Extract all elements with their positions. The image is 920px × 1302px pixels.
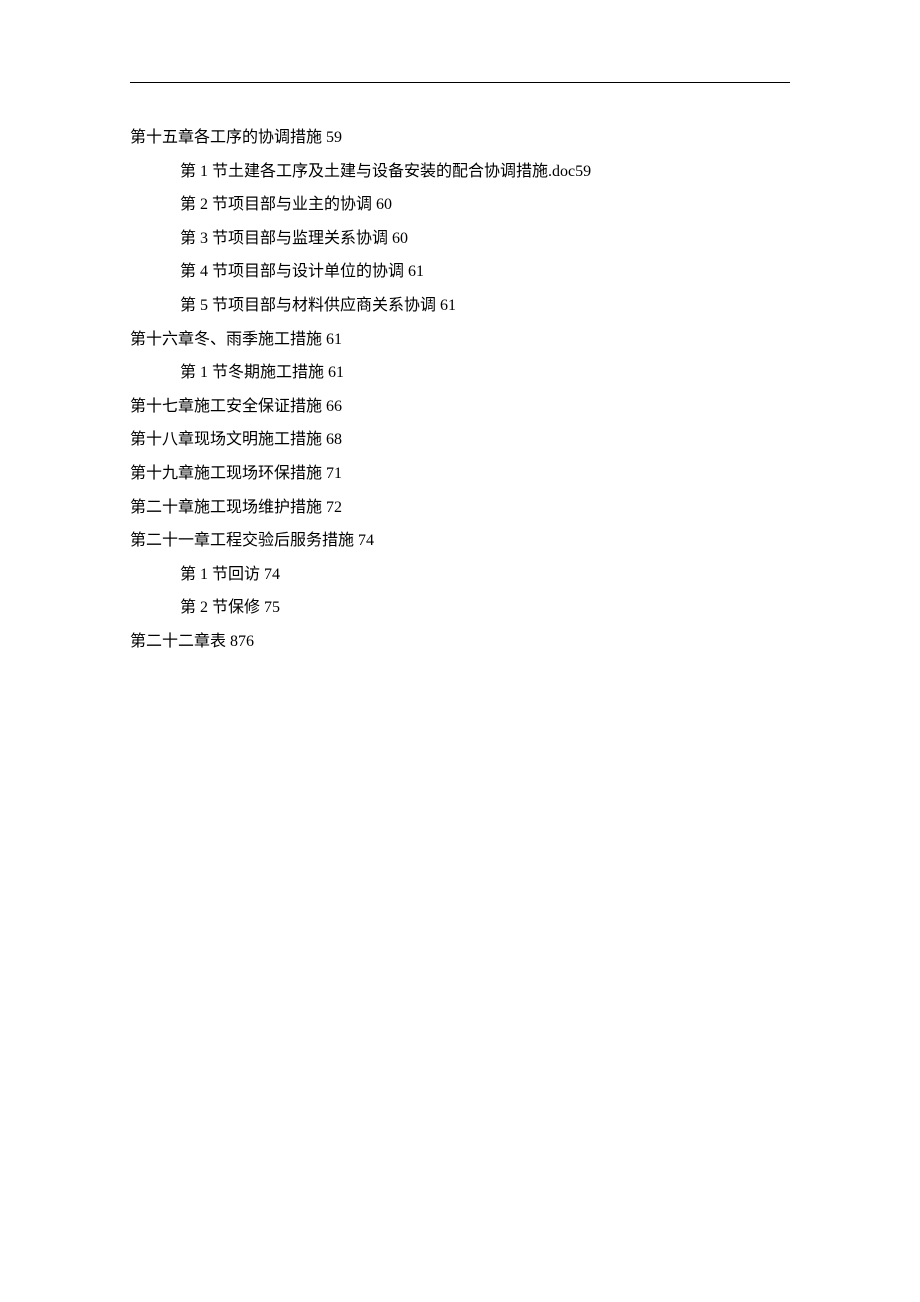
toc-entry: 第十六章冬、雨季施工措施 61	[130, 323, 790, 357]
toc-entry: 第 2 节项目部与业主的协调 60	[180, 188, 790, 222]
toc-entry: 第 2 节保修 75	[180, 591, 790, 625]
toc-entry: 第二十章施工现场维护措施 72	[130, 491, 790, 525]
toc-entry: 第十八章现场文明施工措施 68	[130, 423, 790, 457]
toc-entry: 第二十二章表 876	[130, 625, 790, 659]
toc-entry: 第 1 节土建各工序及土建与设备安装的配合协调措施.doc59	[180, 155, 790, 189]
toc-entry: 第 1 节冬期施工措施 61	[180, 356, 790, 390]
toc-entry: 第十七章施工安全保证措施 66	[130, 390, 790, 424]
header-rule	[130, 82, 790, 83]
toc-entry: 第 3 节项目部与监理关系协调 60	[180, 222, 790, 256]
page-container: 第十五章各工序的协调措施 59 第 1 节土建各工序及土建与设备安装的配合协调措…	[0, 0, 920, 659]
toc-entry: 第十九章施工现场环保措施 71	[130, 457, 790, 491]
toc-entry: 第 1 节回访 74	[180, 558, 790, 592]
toc-entry: 第 5 节项目部与材料供应商关系协调 61	[180, 289, 790, 323]
toc-entry: 第 4 节项目部与设计单位的协调 61	[180, 255, 790, 289]
toc-entry: 第十五章各工序的协调措施 59	[130, 121, 790, 155]
toc-entry: 第二十一章工程交验后服务措施 74	[130, 524, 790, 558]
